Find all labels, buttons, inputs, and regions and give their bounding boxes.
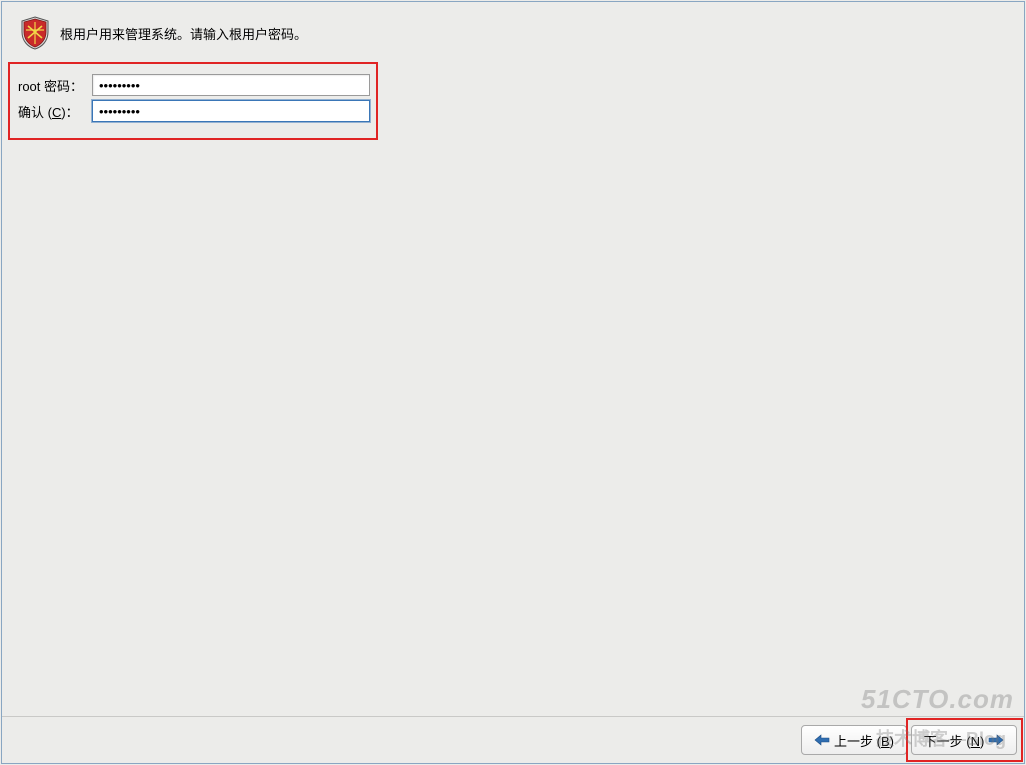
root-password-label: root 密码： <box>16 76 92 95</box>
instruction-text: 根用户用来管理系统。请输入根用户密码。 <box>60 24 307 43</box>
shield-icon <box>20 16 50 50</box>
watermark-line2: 技术博客—Blog <box>876 725 1006 751</box>
root-password-input[interactable] <box>92 74 370 96</box>
confirm-label-pre: 确认 ( <box>18 105 52 120</box>
confirm-password-label: 确认 (C)： <box>16 102 92 121</box>
confirm-label-post: )： <box>61 105 78 120</box>
header: 根用户用来管理系统。请输入根用户密码。 <box>2 2 1024 60</box>
password-form: root 密码： 确认 (C)： <box>8 62 378 140</box>
back-label-pre: 上一步 ( <box>834 734 881 749</box>
confirm-password-input[interactable] <box>92 100 370 122</box>
footer: 上一步 (B) 下一步 (N) <box>2 716 1024 763</box>
confirm-password-row: 确认 (C)： <box>16 100 370 122</box>
installer-window: 根用户用来管理系统。请输入根用户密码。 root 密码： 确认 (C)： 上一步… <box>1 1 1025 764</box>
arrow-left-icon <box>814 734 830 746</box>
root-password-row: root 密码： <box>16 74 370 96</box>
watermark-line1: 51CTO.com <box>861 684 1014 715</box>
confirm-label-key: C <box>52 105 61 120</box>
